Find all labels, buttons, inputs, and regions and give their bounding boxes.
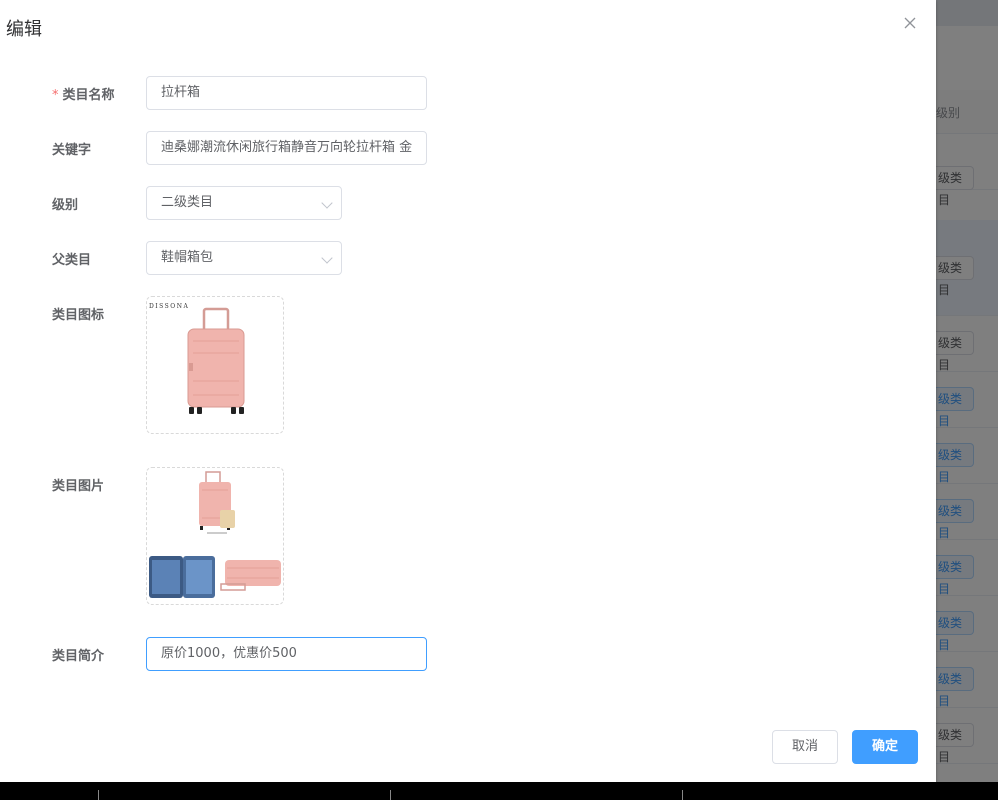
keywords-input[interactable]: 迪桑娜潮流休闲旅行箱静音万向轮拉杆箱 金 (146, 131, 427, 165)
level-select[interactable]: 二级类目 (146, 186, 342, 220)
category-picture-label: 类目图片 (52, 479, 105, 494)
category-icon-uploader[interactable]: DISSONA (146, 296, 284, 434)
category-intro-label: 类目简介 (52, 649, 105, 664)
close-icon[interactable] (902, 16, 918, 32)
category-name-input[interactable]: 拉杆箱 (146, 76, 427, 110)
category-intro-input[interactable]: 原价1000，优惠价500 (146, 637, 427, 671)
keywords-label: 关键字 (52, 143, 92, 158)
cancel-button[interactable]: 取消 (772, 730, 838, 764)
required-mark: * (52, 88, 59, 103)
brand-logo-text: DISSONA (149, 303, 189, 310)
confirm-button[interactable]: 确定 (852, 730, 918, 764)
parent-category-label: 父类目 (52, 253, 92, 268)
parent-category-select[interactable]: 鞋帽箱包 (146, 241, 342, 275)
suitcase-collage-image (149, 471, 281, 598)
chevron-down-icon (321, 252, 333, 264)
dialog-title: 编辑 (6, 19, 42, 40)
category-name-label-text: 类目名称 (62, 88, 115, 103)
category-icon-label: 类目图标 (52, 308, 105, 323)
bottom-bar (0, 782, 998, 800)
category-name-label: * 类目名称 (52, 84, 115, 103)
chevron-down-icon (321, 197, 333, 209)
edit-dialog: 编辑 * 类目名称 拉杆箱 关键字 迪桑娜潮流休闲旅行箱静音万向轮拉杆箱 金 级别… (0, 0, 936, 782)
suitcase-image: DISSONA (149, 303, 245, 414)
parent-category-select-value: 鞋帽箱包 (161, 250, 214, 265)
level-select-value: 二级类目 (161, 195, 214, 210)
level-label: 级别 (52, 198, 79, 213)
category-picture-uploader[interactable] (146, 467, 284, 605)
